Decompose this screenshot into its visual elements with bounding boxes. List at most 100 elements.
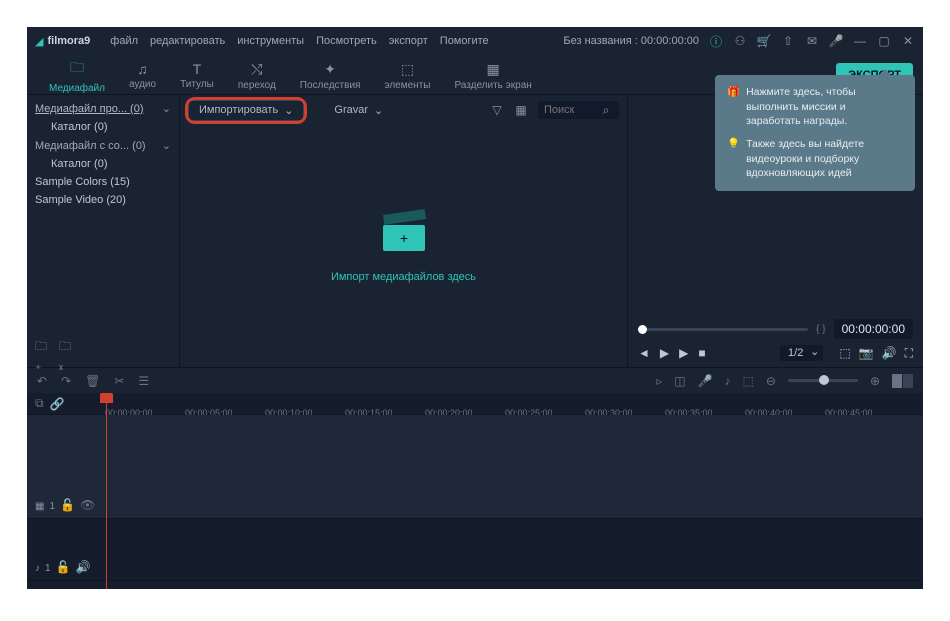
cart-icon[interactable]: 🛒: [757, 34, 771, 48]
zoom-handle[interactable]: [819, 375, 829, 385]
search-icon[interactable]: ⌕: [599, 103, 613, 117]
video-track-label: 1: [49, 501, 55, 512]
audio-track[interactable]: ♪ 1 🔓 🔊: [27, 519, 923, 581]
new-folder-icon[interactable]: 🗀₊: [35, 347, 49, 361]
menu-export[interactable]: экспорт: [389, 35, 428, 47]
mail-icon[interactable]: ✉: [805, 34, 819, 48]
preview-scrubber[interactable]: [638, 328, 808, 331]
media-content: Импортировать⌄ Gravar⌄ ▽ ▦ ⌕ + Импорт: [179, 95, 627, 367]
maximize-icon[interactable]: ▢: [877, 34, 891, 48]
timeline-toolbar: ↶ ↷ 🗑 ✂ ☰ ▹ ◫ 🎤 ♪ ⬚ ⊖ ⊕: [27, 367, 923, 393]
chevron-down-icon: ⌄: [374, 104, 383, 117]
split-icon: ▦: [487, 61, 500, 78]
logo-icon: ◢: [35, 35, 43, 48]
zoom-slider[interactable]: [788, 379, 858, 382]
app-logo: ◢ filmora9: [35, 35, 90, 48]
next-frame-icon[interactable]: ▶: [679, 346, 688, 360]
minimize-icon[interactable]: —: [853, 34, 867, 48]
search-box[interactable]: ⌕: [538, 101, 619, 119]
match-icon[interactable]: ⧉: [35, 396, 44, 411]
tab-titles[interactable]: TТитулы: [168, 59, 226, 90]
speed-dropdown[interactable]: 1/2: [780, 345, 823, 361]
import-button[interactable]: Импортировать⌄: [188, 100, 304, 121]
delete-folder-icon[interactable]: 🗀ₓ: [59, 347, 73, 361]
user-icon[interactable]: ⚇: [733, 34, 747, 48]
text-icon: T: [193, 61, 202, 77]
chevron-down-icon: ⌄: [162, 139, 171, 152]
play-icon[interactable]: ▶: [660, 346, 669, 360]
upload-icon[interactable]: ⇧: [781, 34, 795, 48]
sidebar-item-colors[interactable]: Sample Colors (15): [27, 173, 179, 191]
timeline: ⧉ 🔗 00:00:00:00 00:00:05:00 00:00:10:00 …: [27, 393, 923, 589]
sidebar-item-video[interactable]: Sample Video (20): [27, 191, 179, 209]
fullscreen-icon[interactable]: ⛶: [905, 346, 913, 361]
info-icon[interactable]: ⓘ: [709, 34, 723, 48]
video-track[interactable]: ▦ 1 🔓 👁: [27, 415, 923, 519]
list-icon[interactable]: ☰: [138, 374, 149, 388]
voice-icon[interactable]: 🎤: [698, 374, 713, 388]
audio-track-label: 1: [45, 563, 51, 574]
bulb-icon: 💡: [727, 137, 740, 181]
menu-help[interactable]: Помогите: [440, 35, 489, 47]
marker-tool-icon[interactable]: ◫: [674, 374, 685, 388]
tab-media[interactable]: 🗀Медиафайл: [37, 55, 117, 94]
menu-file[interactable]: файл: [110, 35, 138, 47]
search-input[interactable]: [544, 104, 599, 116]
zoom-in-icon[interactable]: ⊕: [870, 374, 880, 388]
media-sidebar: Медиафайл про... (0)⌄ Каталог (0) Медиаф…: [27, 95, 179, 367]
tooltip-line2: Также здесь вы найдете видеоуроки и подб…: [746, 137, 903, 181]
cut-icon[interactable]: ✂: [114, 374, 124, 388]
tab-split[interactable]: ▦Разделить экран: [442, 59, 543, 91]
render-icon[interactable]: ▹: [656, 374, 662, 388]
view-toggle[interactable]: [892, 374, 913, 388]
tooltip-line1: Нажмите здесь, чтобы выполнить миссии и …: [746, 85, 903, 129]
menu-tools[interactable]: инструменты: [237, 35, 304, 47]
prev-frame-icon[interactable]: ◄: [638, 346, 650, 360]
screen-icon[interactable]: ⬚: [839, 346, 850, 361]
snapshot-icon[interactable]: 📷: [859, 346, 874, 361]
lock-icon[interactable]: 🔓: [60, 498, 75, 512]
chevron-down-icon: ⌄: [284, 104, 293, 117]
close-icon[interactable]: ✕: [901, 34, 915, 48]
markers-label: { }: [816, 324, 825, 335]
grid-icon[interactable]: ▦: [514, 103, 528, 117]
timeline-ruler[interactable]: ⧉ 🔗 00:00:00:00 00:00:05:00 00:00:10:00 …: [27, 393, 923, 415]
volume-icon[interactable]: 🔊: [882, 346, 897, 361]
preview-timecode: 00:00:00:00: [834, 319, 913, 339]
lock-icon[interactable]: 🔓: [56, 560, 71, 574]
stop-icon[interactable]: ■: [698, 346, 705, 360]
zoom-out-icon[interactable]: ⊖: [766, 374, 776, 388]
tab-effects[interactable]: ✦Последствия: [288, 59, 373, 91]
menu-view[interactable]: Посмотреть: [316, 35, 377, 47]
undo-icon[interactable]: ↶: [37, 374, 47, 388]
sidebar-item-project[interactable]: Медиафайл про... (0)⌄: [27, 99, 179, 118]
redo-icon[interactable]: ↷: [61, 374, 71, 388]
gift-icon: 🎁: [727, 85, 740, 129]
link-icon[interactable]: 🔗: [50, 397, 65, 411]
audio-icon[interactable]: ♪: [725, 374, 731, 388]
speaker-icon[interactable]: 🔊: [76, 560, 91, 574]
eye-icon[interactable]: 👁: [80, 498, 95, 512]
delete-icon[interactable]: 🗑: [85, 374, 100, 388]
elements-icon: ⬚: [401, 61, 414, 78]
menu-edit[interactable]: редактировать: [150, 35, 225, 47]
sidebar-item-catalog1[interactable]: Каталог (0): [27, 118, 179, 136]
tab-elements[interactable]: ⬚элементы: [372, 59, 442, 91]
gravar-button[interactable]: Gravar⌄: [324, 101, 393, 120]
drop-text: Импорт медиафайлов здесь: [331, 271, 476, 283]
filter-icon[interactable]: ▽: [490, 103, 504, 117]
crop-icon[interactable]: ⬚: [743, 374, 754, 388]
sidebar-item-shared[interactable]: Медиафайл с со... (0)⌄: [27, 136, 179, 155]
logo-text: filmora9: [47, 35, 90, 47]
mic-icon[interactable]: 🎤: [829, 34, 843, 48]
info-tooltip: 🎁Нажмите здесь, чтобы выполнить миссии и…: [715, 75, 915, 191]
chevron-down-icon: ⌄: [162, 102, 171, 115]
video-track-icon: ▦: [35, 501, 44, 512]
sidebar-item-catalog2[interactable]: Каталог (0): [27, 155, 179, 173]
music-icon: ♫: [137, 61, 148, 77]
media-drop-zone[interactable]: + Импорт медиафайлов здесь: [180, 125, 627, 367]
tab-audio[interactable]: ♫аудио: [117, 59, 168, 90]
tab-transition[interactable]: ⤭переход: [226, 59, 288, 91]
scrub-handle[interactable]: [638, 325, 647, 334]
playhead[interactable]: [106, 393, 107, 589]
